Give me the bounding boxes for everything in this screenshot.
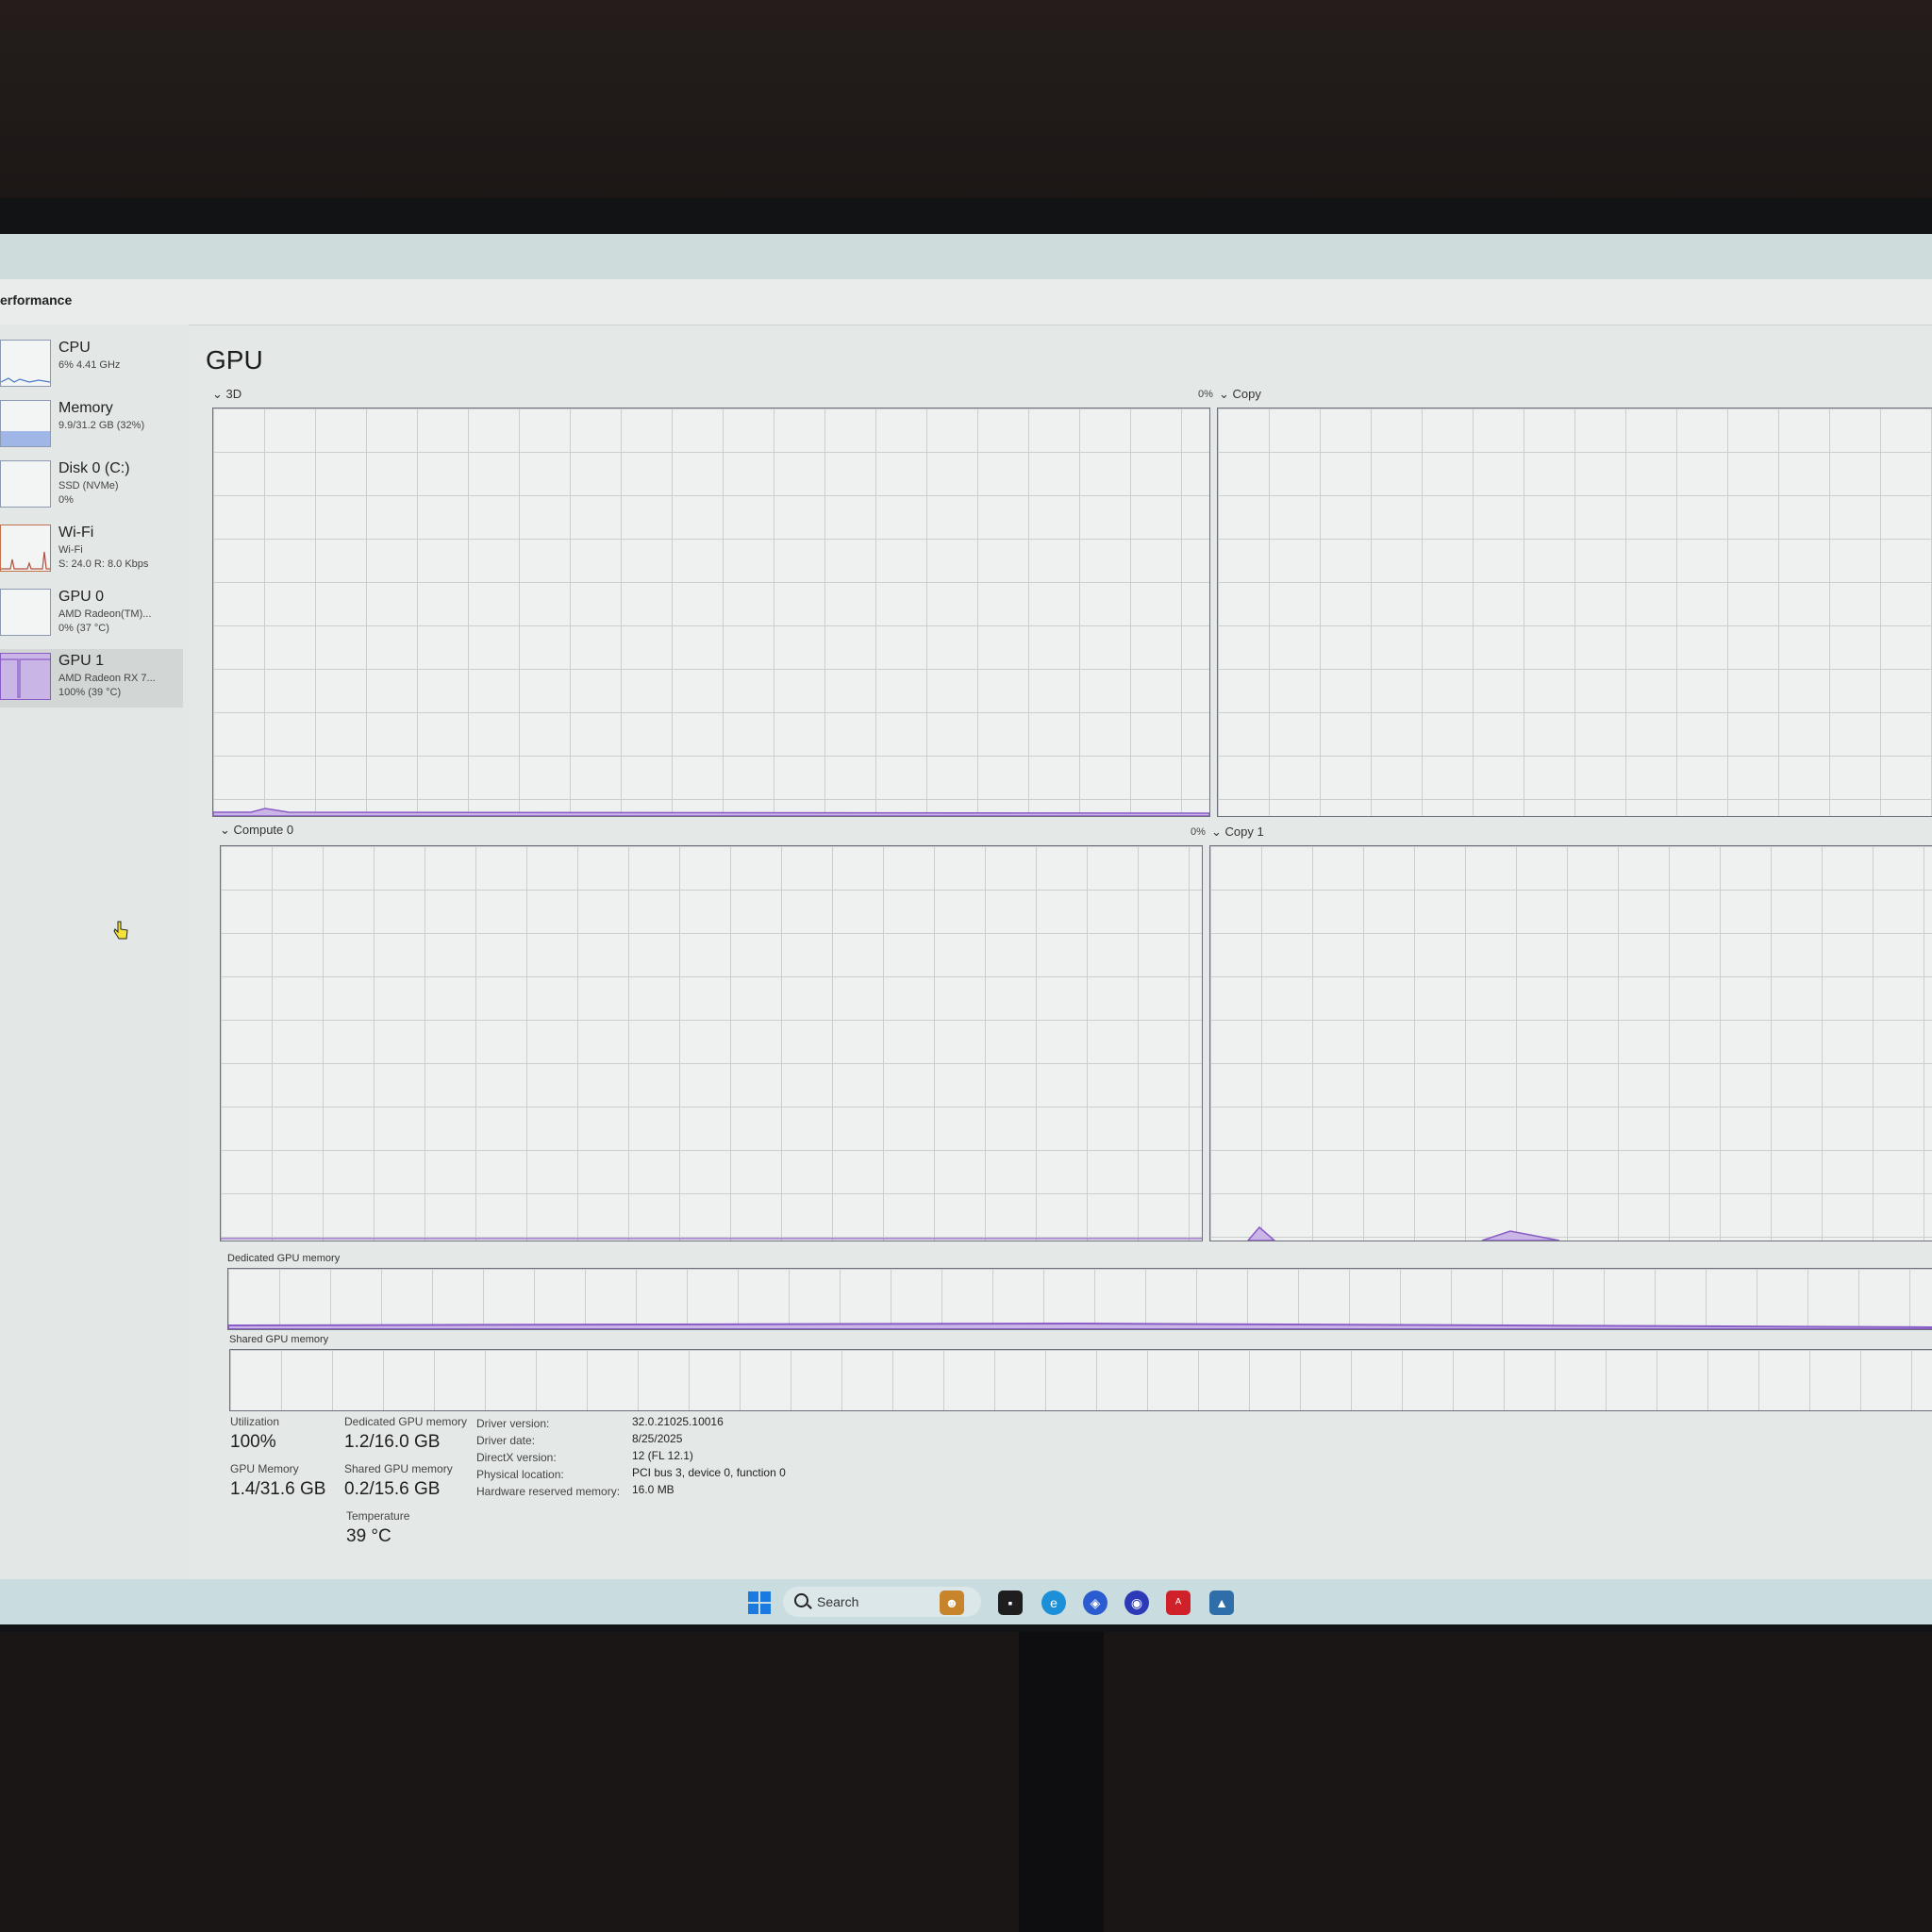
header-bar: erformance [0,279,1932,325]
hand-cursor-icon [113,921,128,940]
property-value: 8/25/2025 [632,1432,683,1445]
sidebar-item-sub: S: 24.0 R: 8.0 Kbps [58,558,149,570]
gpu1-thumbnail-graph [0,653,51,700]
sidebar-item-gpu0[interactable]: GPU 0 AMD Radeon(TM)... 0% (37 °C) [0,585,183,643]
wifi-thumbnail-graph [0,525,51,572]
edge-icon[interactable]: e [1041,1591,1066,1615]
engine-label-copy1[interactable]: ⌄ Copy 1 [1211,824,1264,840]
graph-3d [212,408,1210,817]
property-key: Driver date: [476,1434,536,1447]
temperature-label: Temperature [346,1509,410,1523]
graph-copy1 [1209,845,1932,1241]
sidebar-item-label: Disk 0 (C:) [58,460,130,476]
graph-copy [1217,408,1932,817]
graph-compute0 [220,845,1203,1241]
engine-percent: 0% [1198,389,1213,400]
search-placeholder: Search [817,1594,859,1609]
gpu-memory-value: 1.4/31.6 GB [230,1479,326,1499]
engine-label-copy[interactable]: ⌄ Copy [1219,387,1261,402]
gpu0-thumbnail-graph [0,589,51,636]
amd-software-icon[interactable]: ᴬ [1166,1591,1191,1615]
property-value: PCI bus 3, device 0, function 0 [632,1466,786,1479]
sidebar-item-sub: 100% (39 °C) [58,687,122,698]
property-value: 12 (FL 12.1) [632,1449,693,1462]
copilot-icon[interactable]: ◈ [1083,1591,1108,1615]
sidebar-item-label: GPU 1 [58,653,105,669]
sidebar: CPU 6% 4.41 GHz Memory 9.9/31.2 GB (32%)… [0,325,189,1579]
sidebar-item-sub: SSD (NVMe) [58,480,119,491]
windows-start-icon[interactable] [747,1591,772,1615]
monitor-stand [1019,1632,1104,1932]
engine-name: Compute 0 [233,823,294,837]
sidebar-item-sub: 0% [58,494,74,506]
stats-panel: Utilization 100% Dedicated GPU memory 1.… [226,1415,1075,1604]
temperature-value: 39 °C [346,1526,391,1546]
disk-thumbnail-graph [0,460,51,508]
sidebar-item-gpu1[interactable]: GPU 1 AMD Radeon RX 7... 100% (39 °C) [0,649,183,708]
engine-name: Copy [1232,387,1261,401]
property-key: Hardware reserved memory: [476,1485,621,1498]
page-title: GPU [206,345,263,375]
shared-memory-stat-label: Shared GPU memory [344,1462,453,1475]
discord-icon[interactable]: ◉ [1124,1591,1149,1615]
taskbar: Search ☻ ▪ e ◈ ◉ ᴬ ▲ [0,1579,1932,1624]
search-icon [794,1593,808,1607]
screen: erformance CPU 6% 4.41 GHz Memory 9.9/31… [0,234,1932,1624]
sidebar-item-sub: Wi-Fi [58,544,83,556]
sidebar-item-label: GPU 0 [58,589,105,605]
property-value: 32.0.21025.10016 [632,1415,724,1428]
background-wall [0,0,1932,208]
property-value: 16.0 MB [632,1483,675,1496]
shared-memory-stat-value: 0.2/15.6 GB [344,1479,441,1499]
memory-thumbnail-graph [0,400,51,447]
engine-name: Copy 1 [1224,824,1264,839]
sidebar-item-sub: 6% 4.41 GHz [58,359,121,371]
sidebar-item-disk[interactable]: Disk 0 (C:) SSD (NVMe) 0% [0,457,183,515]
task-view-icon[interactable]: ▪ [998,1591,1023,1615]
cpu-thumbnail-graph [0,340,51,387]
property-key: Physical location: [476,1468,564,1481]
dedicated-memory-stat-value: 1.2/16.0 GB [344,1432,441,1452]
engine-label-compute0[interactable]: ⌄ Compute 0 [220,823,293,838]
sidebar-item-label: Memory [58,400,113,416]
widgets-icon[interactable]: ☻ [940,1591,964,1615]
sidebar-item-label: Wi-Fi [58,525,94,541]
dedicated-memory-stat-label: Dedicated GPU memory [344,1415,468,1428]
property-key: DirectX version: [476,1451,557,1464]
sidebar-item-sub: 0% (37 °C) [58,623,109,634]
sidebar-item-wifi[interactable]: Wi-Fi Wi-Fi S: 24.0 R: 8.0 Kbps [0,521,183,579]
property-key: Driver version: [476,1417,550,1430]
engine-label-3d[interactable]: ⌄ 3D [212,387,242,402]
page-title-performance: erformance [0,292,73,308]
engine-name: 3D [225,387,242,401]
sidebar-item-sub: AMD Radeon RX 7... [58,673,156,684]
gpu-memory-label: GPU Memory [230,1462,299,1475]
sidebar-item-cpu[interactable]: CPU 6% 4.41 GHz [0,336,183,394]
task-manager-icon[interactable]: ▲ [1209,1591,1234,1615]
sidebar-item-memory[interactable]: Memory 9.9/31.2 GB (32%) [0,396,183,455]
sidebar-item-label: CPU [58,340,91,356]
utilization-label: Utilization [230,1415,280,1428]
window-titlebar[interactable] [0,234,1932,279]
shared-memory-label: Shared GPU memory [229,1334,329,1345]
engine-percent: 0% [1191,826,1206,838]
dedicated-memory-label: Dedicated GPU memory [227,1253,341,1264]
graph-shared-memory [229,1349,1932,1411]
sidebar-item-sub: AMD Radeon(TM)... [58,608,152,620]
utilization-value: 100% [230,1432,276,1452]
graph-dedicated-memory [227,1268,1932,1330]
sidebar-item-sub: 9.9/31.2 GB (32%) [58,420,145,431]
